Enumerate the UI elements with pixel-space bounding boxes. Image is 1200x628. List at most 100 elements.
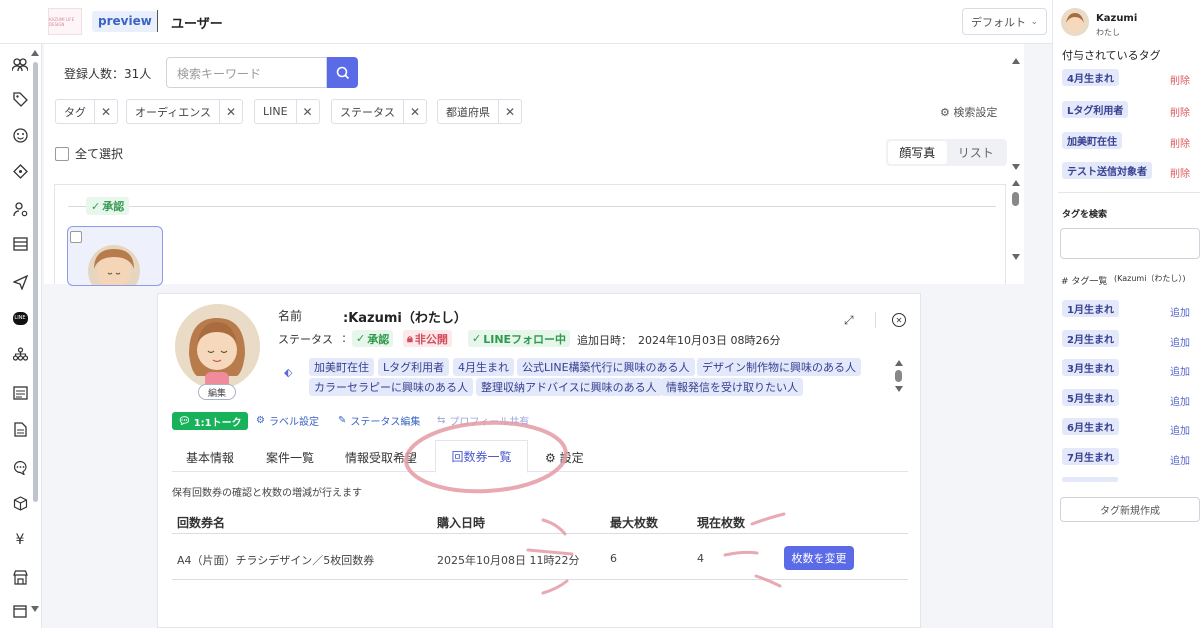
view-select[interactable]: デフォルト ⌄ xyxy=(962,8,1047,35)
close-icon[interactable]: ✕ xyxy=(499,100,521,123)
column-header: 最大枚数 xyxy=(610,516,659,530)
avatar xyxy=(175,304,260,389)
sidebar-scroll-down[interactable] xyxy=(31,606,39,612)
box-icon[interactable] xyxy=(11,494,29,512)
profile-tag: Lタグ利用者 xyxy=(378,358,450,376)
avatar xyxy=(88,245,140,285)
profile-tag: 加美町在住 xyxy=(309,358,374,376)
gear-icon: ⚙ xyxy=(545,451,556,465)
select-all-label: 全て選択 xyxy=(75,147,124,161)
add-tag-link[interactable]: 追加 xyxy=(1170,422,1190,437)
user-card[interactable] xyxy=(67,226,163,286)
filter-label: オーディエンス xyxy=(127,100,221,123)
filter-chip-audience[interactable]: オーディエンス ✕ xyxy=(126,99,244,124)
user-settings-icon[interactable] xyxy=(11,200,29,218)
sidebar-scroll-up[interactable] xyxy=(31,50,39,56)
view-list-button[interactable]: リスト xyxy=(947,141,1006,164)
tag-list-item: 6月生まれ xyxy=(1062,418,1119,435)
yen-icon[interactable]: ¥ xyxy=(11,531,29,549)
status-badge-approved: ✓ 承認 xyxy=(352,330,394,347)
close-icon[interactable]: ✕ xyxy=(297,100,319,123)
ticket-icon[interactable] xyxy=(11,162,29,180)
smile-icon[interactable] xyxy=(11,126,29,144)
ticket-purchase-date: 2025年10月08日 11時22分 xyxy=(437,554,580,567)
send-icon[interactable] xyxy=(11,273,29,291)
column-header: 購入日時 xyxy=(437,516,486,530)
check-circle-icon: ✓ xyxy=(472,332,482,345)
title-divider xyxy=(157,10,158,32)
expand-icon[interactable]: ⤢ xyxy=(844,313,854,328)
filter-label: LINE xyxy=(255,100,297,123)
article-icon[interactable] xyxy=(11,384,29,402)
search-input[interactable]: 検索キーワード xyxy=(166,57,327,88)
delete-tag-link[interactable]: 削除 xyxy=(1170,104,1190,119)
tags-scrollbar[interactable] xyxy=(895,360,905,402)
filter-chip-tag[interactable]: タグ ✕ xyxy=(55,99,118,124)
profile-tag: デザイン制作物に興味のある人 xyxy=(697,358,861,376)
table-row-divider xyxy=(172,579,908,580)
delete-tag-link[interactable]: 削除 xyxy=(1170,72,1190,87)
list-icon[interactable] xyxy=(11,235,29,253)
grid-scrollbar[interactable] xyxy=(1011,58,1021,284)
name-label: 名前 xyxy=(278,309,303,323)
avatar xyxy=(1061,8,1089,36)
create-tag-button[interactable]: タグ新規作成 xyxy=(1060,497,1200,522)
tag-icon[interactable] xyxy=(11,90,29,108)
tag-search-input[interactable] xyxy=(1060,228,1200,259)
filter-chip-prefecture[interactable]: 都道府県 ✕ xyxy=(437,99,522,124)
tab-basic-info[interactable]: 基本情報 xyxy=(186,449,234,466)
add-tag-link[interactable]: 追加 xyxy=(1170,334,1190,349)
logo-text: KAZUMI LIFE DESIGN xyxy=(49,16,75,27)
column-header: 現在枚数 xyxy=(697,516,746,530)
tab-cases[interactable]: 案件一覧 xyxy=(266,449,314,466)
change-count-button[interactable]: 枚数を変更 xyxy=(784,546,854,570)
sidebar-scrollbar[interactable] xyxy=(33,62,38,502)
filter-label: ステータス xyxy=(332,100,404,123)
close-icon[interactable]: ✕ xyxy=(95,100,117,123)
delete-tag-link[interactable]: 削除 xyxy=(1170,135,1190,150)
share-profile-label: プロフィール共有 xyxy=(449,417,530,428)
status-colon: : xyxy=(342,331,347,345)
store-icon[interactable] xyxy=(11,568,29,586)
delete-tag-link[interactable]: 削除 xyxy=(1170,165,1190,180)
share-icon: ⇆ xyxy=(437,415,446,426)
avatar-edit-button[interactable]: 編集 xyxy=(198,384,236,400)
add-tag-link[interactable]: 追加 xyxy=(1170,393,1190,408)
status-edit-button[interactable]: ✎ ステータス編集 xyxy=(338,413,420,428)
view-photo-button[interactable]: 顔写真 xyxy=(888,141,947,164)
calendar-icon[interactable] xyxy=(11,602,29,620)
add-tag-link[interactable]: 追加 xyxy=(1170,304,1190,319)
header-divider xyxy=(875,312,876,328)
tab-info-request[interactable]: 情報受取希望 xyxy=(345,449,417,466)
one-on-one-talk-button[interactable]: 💬︎ 1:1トーク xyxy=(172,412,248,430)
share-profile-button[interactable]: ⇆ プロフィール共有 xyxy=(437,413,529,428)
table-header-divider xyxy=(172,533,908,534)
assigned-tag: 4月生まれ xyxy=(1062,69,1119,86)
line-icon[interactable]: LINE xyxy=(11,309,29,327)
chat-icon: 💬︎ xyxy=(178,415,191,427)
close-icon[interactable]: ✕ xyxy=(404,100,426,123)
label-settings-button[interactable]: ⚙ ラベル設定 xyxy=(256,413,319,428)
users-icon[interactable] xyxy=(11,56,29,74)
select-all[interactable]: 全て選択 xyxy=(55,145,123,162)
close-icon[interactable]: ✕ xyxy=(220,100,242,123)
tab-settings[interactable]: ⚙ 設定 xyxy=(545,449,584,466)
profile-tag: カラーセラピーに興味のある人 xyxy=(309,378,473,396)
tab-tickets[interactable]: 回数券一覧 xyxy=(435,440,528,473)
tag-list-item: 5月生まれ xyxy=(1062,389,1119,406)
filter-label: タグ xyxy=(56,100,95,123)
sitemap-icon[interactable] xyxy=(11,345,29,363)
document-icon[interactable] xyxy=(11,420,29,438)
search-button[interactable] xyxy=(327,57,358,88)
tab-settings-label: 設定 xyxy=(559,451,584,465)
add-tag-link[interactable]: 追加 xyxy=(1170,363,1190,378)
search-settings-link[interactable]: ⚙ 検索設定 xyxy=(940,104,997,120)
filter-chip-line[interactable]: LINE ✕ xyxy=(254,99,320,124)
tag-list-item: 1月生まれ xyxy=(1062,300,1119,317)
close-icon[interactable]: ✕ xyxy=(892,313,906,327)
select-all-checkbox[interactable] xyxy=(55,146,69,161)
pencil-icon: ✎ xyxy=(338,415,347,426)
filter-chip-status[interactable]: ステータス ✕ xyxy=(331,99,427,124)
chat-icon[interactable] xyxy=(11,458,29,476)
add-tag-link[interactable]: 追加 xyxy=(1170,452,1190,467)
